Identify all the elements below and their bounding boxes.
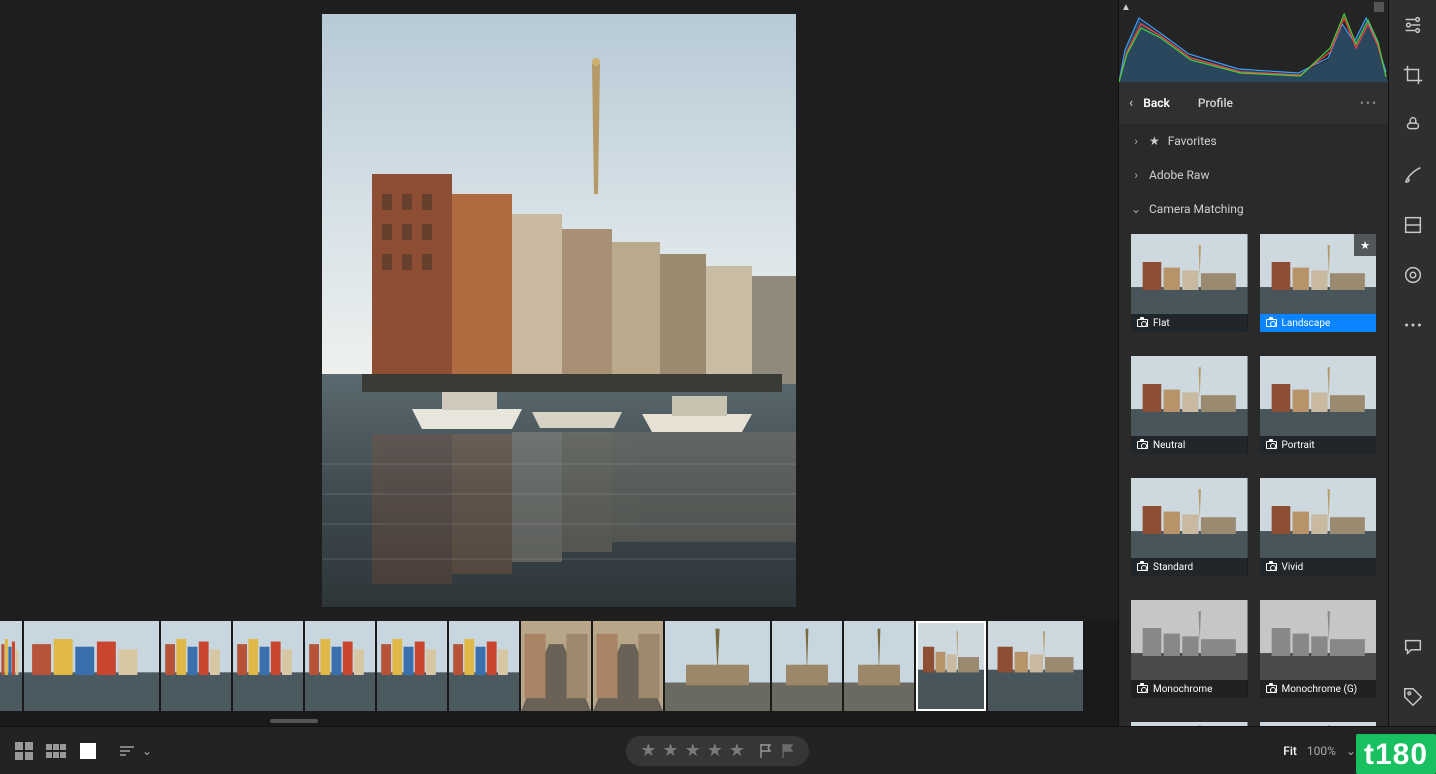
radial-gradient-icon[interactable] xyxy=(1402,264,1424,286)
filmstrip-thumb[interactable] xyxy=(772,621,842,711)
profile-caption: Standard xyxy=(1131,558,1248,576)
panel-header: ‹ Back Profile ••• xyxy=(1119,82,1388,124)
profile-tile-partial[interactable] xyxy=(1131,722,1248,726)
flag-reject-icon[interactable] xyxy=(781,743,795,759)
profile-caption: Monochrome (G) xyxy=(1260,680,1377,698)
linear-gradient-icon[interactable] xyxy=(1402,214,1424,236)
camera-icon xyxy=(1266,685,1277,693)
profile-name: Landscape xyxy=(1282,318,1331,329)
crop-icon[interactable] xyxy=(1402,64,1424,86)
profile-caption: Portrait xyxy=(1260,436,1377,454)
camera-icon xyxy=(1266,563,1277,571)
compare-view-button[interactable] xyxy=(44,739,68,763)
profile-name: Standard xyxy=(1153,562,1193,573)
histogram-options-icon[interactable] xyxy=(1374,2,1384,12)
fit-label[interactable]: Fit xyxy=(1283,744,1297,758)
tool-rail xyxy=(1388,0,1436,726)
sort-button[interactable]: ⌄ xyxy=(118,744,152,758)
profile-caption: Monochrome xyxy=(1131,680,1248,698)
profile-name: Neutral xyxy=(1153,440,1185,451)
filmstrip-thumb[interactable] xyxy=(161,621,231,711)
chevron-down-icon: ⌄ xyxy=(142,744,152,758)
filmstrip-thumb[interactable] xyxy=(521,621,591,711)
profile-name: Monochrome (G) xyxy=(1282,684,1358,695)
filmstrip-scrollbar[interactable] xyxy=(0,716,1118,726)
section-label: Favorites xyxy=(1168,134,1217,148)
favorite-star-icon[interactable]: ★ xyxy=(1354,234,1376,256)
more-tools-icon[interactable] xyxy=(1402,314,1424,336)
flag-pick-icon[interactable] xyxy=(759,743,773,759)
section-label: Camera Matching xyxy=(1149,202,1244,216)
filmstrip-thumb[interactable] xyxy=(916,621,986,711)
zoom-percent[interactable]: 100% xyxy=(1307,744,1336,758)
edit-sliders-icon[interactable] xyxy=(1402,14,1424,36)
filmstrip xyxy=(0,621,1118,726)
profile-panel: ▲ ‹ Back Profile ••• › ★ Favor xyxy=(1118,0,1388,726)
filmstrip-thumb[interactable] xyxy=(449,621,519,711)
filmstrip-thumb[interactable] xyxy=(377,621,447,711)
profile-name: Vivid xyxy=(1282,562,1304,573)
star-icon: ★ xyxy=(1149,134,1160,148)
chevron-right-icon: › xyxy=(1131,168,1141,182)
star-rating[interactable]: ★★★★★ xyxy=(640,740,751,761)
profile-name: Portrait xyxy=(1282,440,1315,451)
section-favorites[interactable]: › ★ Favorites xyxy=(1119,124,1388,158)
profile-tile-flat[interactable]: Flat xyxy=(1131,234,1248,332)
profile-tile-landscape[interactable]: ★ Landscape xyxy=(1260,234,1377,332)
brush-icon[interactable] xyxy=(1402,164,1424,186)
filmstrip-thumb[interactable] xyxy=(593,621,663,711)
detail-view-button[interactable] xyxy=(76,739,100,763)
profile-caption: Neutral xyxy=(1131,436,1248,454)
main-preview xyxy=(322,14,796,607)
watermark: t180 xyxy=(1356,734,1436,774)
profile-tile-standard[interactable]: Standard xyxy=(1131,478,1248,576)
image-stage[interactable] xyxy=(0,0,1118,621)
camera-icon xyxy=(1266,319,1277,327)
chevron-down-icon: ⌄ xyxy=(1346,744,1356,758)
profile-tile-neutral[interactable]: Neutral xyxy=(1131,356,1248,454)
profile-tile-portrait[interactable]: Portrait xyxy=(1260,356,1377,454)
profile-caption: Vivid xyxy=(1260,558,1377,576)
profile-tile-monochrome-g-[interactable]: Monochrome (G) xyxy=(1260,600,1377,698)
filmstrip-thumb[interactable] xyxy=(988,621,1083,711)
histogram[interactable]: ▲ xyxy=(1119,0,1388,82)
camera-icon xyxy=(1137,563,1148,571)
profile-tile-partial[interactable] xyxy=(1260,722,1377,726)
filmstrip-thumb[interactable] xyxy=(305,621,375,711)
tag-icon[interactable] xyxy=(1402,686,1424,708)
zoom-control[interactable]: Fit 100% ⌄ xyxy=(1283,744,1356,758)
chevron-down-icon: ⌄ xyxy=(1131,202,1141,216)
back-button[interactable]: Back xyxy=(1143,96,1170,110)
chevron-right-icon: › xyxy=(1131,134,1141,148)
profile-tile-monochrome[interactable]: Monochrome xyxy=(1131,600,1248,698)
filmstrip-thumb[interactable] xyxy=(0,621,22,711)
filmstrip-thumb[interactable] xyxy=(233,621,303,711)
camera-icon xyxy=(1137,441,1148,449)
histogram-collapse-icon[interactable]: ▲ xyxy=(1121,2,1131,13)
camera-icon xyxy=(1266,441,1277,449)
camera-icon xyxy=(1137,319,1148,327)
panel-more-icon[interactable]: ••• xyxy=(1360,96,1378,110)
profile-name: Flat xyxy=(1153,318,1170,329)
grid-view-button[interactable] xyxy=(12,739,36,763)
camera-icon xyxy=(1137,685,1148,693)
section-camera-matching[interactable]: ⌄ Camera Matching xyxy=(1119,192,1388,226)
bottom-toolbar: ⌄ ★★★★★ Fit 100% ⌄ xyxy=(0,726,1436,774)
rating-pill: ★★★★★ xyxy=(626,736,809,766)
profile-caption: Flat xyxy=(1131,314,1248,332)
filmstrip-thumb[interactable] xyxy=(665,621,770,711)
healing-brush-icon[interactable] xyxy=(1402,114,1424,136)
profile-name: Monochrome xyxy=(1153,684,1212,695)
comments-icon[interactable] xyxy=(1402,636,1424,658)
panel-title: Profile xyxy=(1198,96,1233,110)
profile-caption: Landscape xyxy=(1260,314,1377,332)
section-label: Adobe Raw xyxy=(1149,168,1209,182)
filmstrip-thumb[interactable] xyxy=(24,621,159,711)
filmstrip-thumb[interactable] xyxy=(844,621,914,711)
profile-tile-vivid[interactable]: Vivid xyxy=(1260,478,1377,576)
section-adobe-raw[interactable]: › Adobe Raw xyxy=(1119,158,1388,192)
back-chevron-icon[interactable]: ‹ xyxy=(1129,95,1133,111)
